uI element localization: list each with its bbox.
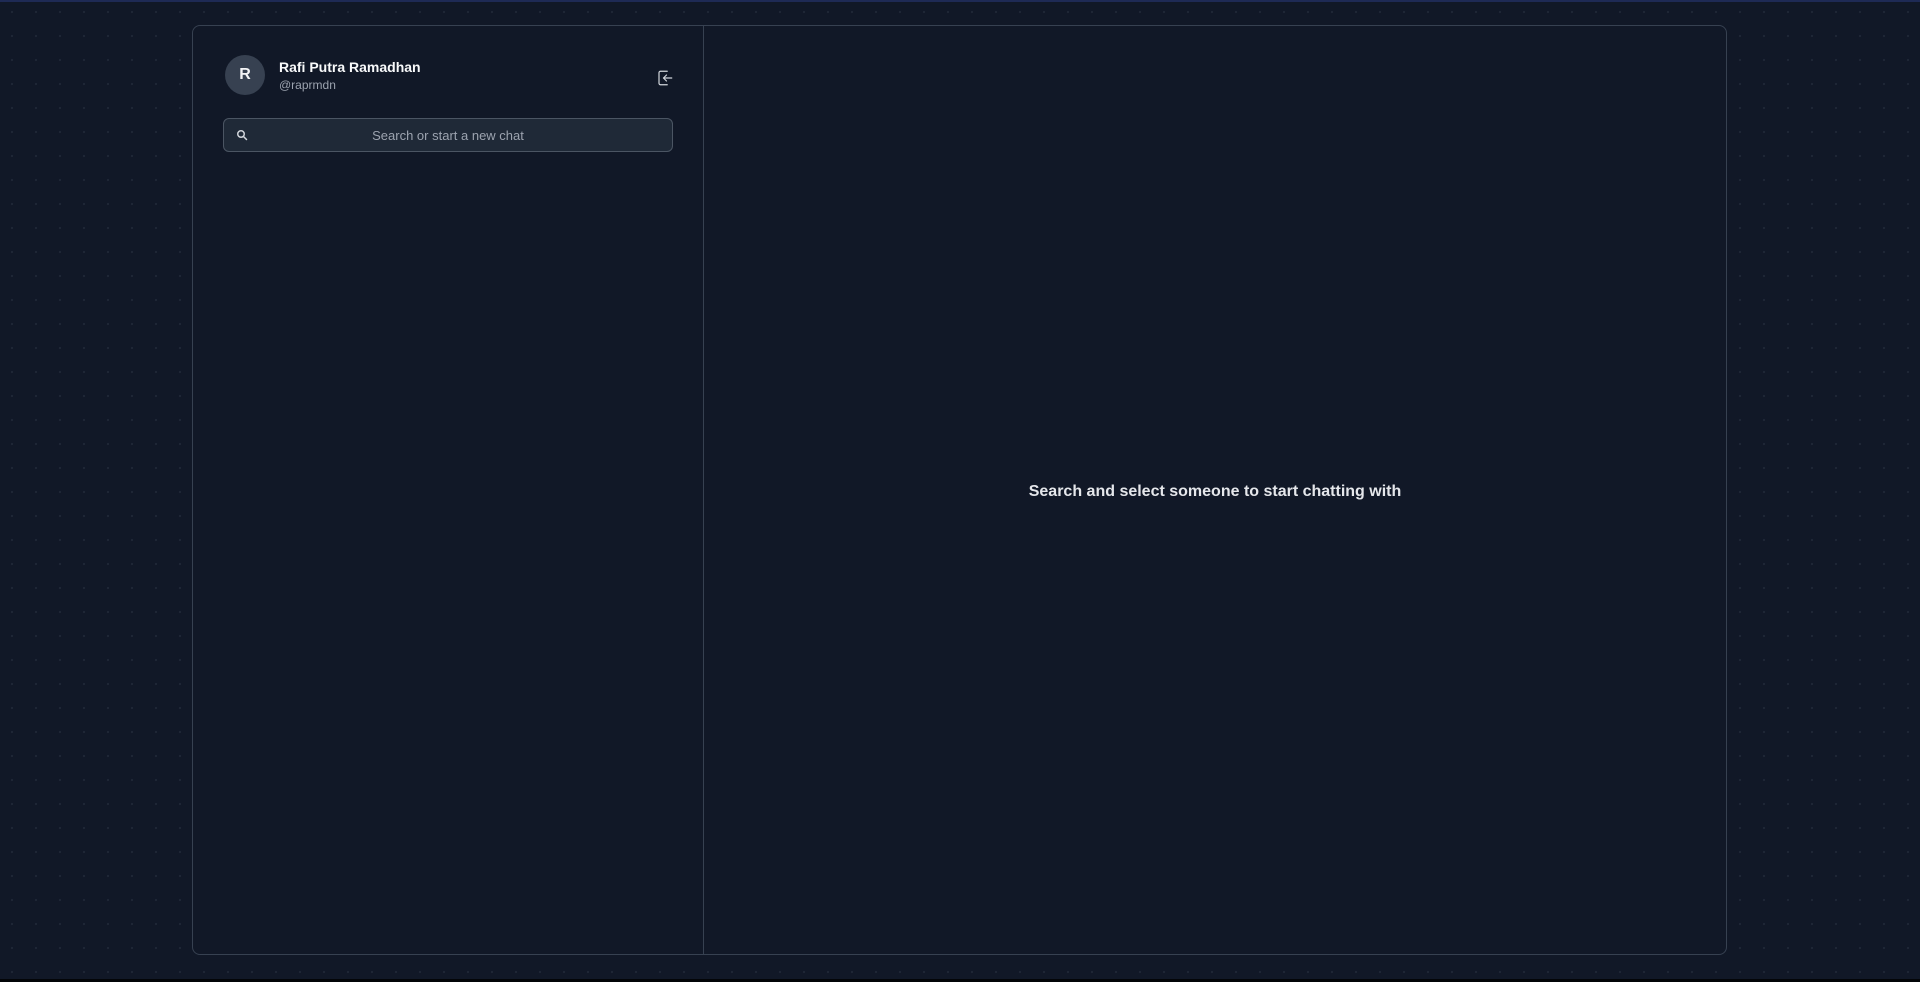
user-name: Rafi Putra Ramadhan: [279, 58, 421, 75]
search-bar: [223, 118, 673, 152]
logout-button[interactable]: [653, 66, 677, 90]
avatar: R: [225, 55, 265, 95]
sidebar: R Rafi Putra Ramadhan @raprmdn: [193, 26, 704, 954]
user-profile: R Rafi Putra Ramadhan @raprmdn: [225, 55, 421, 95]
search-icon: [237, 130, 248, 141]
profile-text: Rafi Putra Ramadhan @raprmdn: [279, 58, 421, 93]
chat-app-window: R Rafi Putra Ramadhan @raprmdn Search an…: [192, 25, 1727, 955]
top-accent-line: [0, 0, 1920, 2]
empty-state-message: Search and select someone to start chatt…: [1028, 482, 1402, 500]
chat-panel: Search and select someone to start chatt…: [704, 26, 1726, 954]
search-input[interactable]: [224, 119, 672, 151]
user-handle: @raprmdn: [279, 77, 336, 92]
logout-icon: [658, 70, 673, 86]
